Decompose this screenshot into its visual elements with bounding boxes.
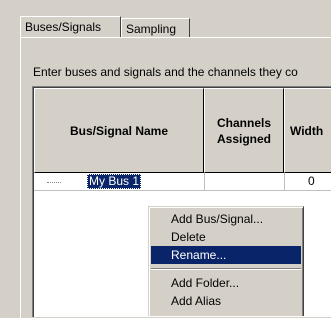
tab-sampling[interactable]: Sampling: [121, 18, 190, 38]
tab-panel: [20, 37, 331, 318]
tab-buses-signals[interactable]: Buses/Signals: [20, 16, 121, 37]
